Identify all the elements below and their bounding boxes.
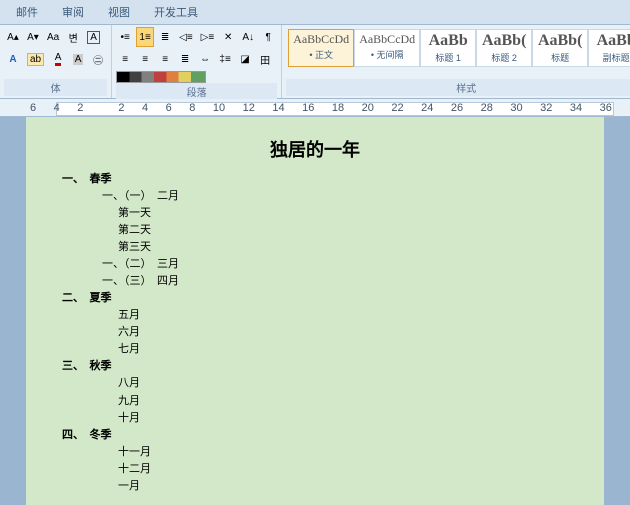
ruler-tick: 4 [54, 102, 60, 114]
align-center-button[interactable]: ≡ [136, 49, 154, 69]
ribbon: A▴ A▾ Aa 변 A A ab A A ㊁ 体 •≡ 1≡ ≣ ◁≡ ▷≡ [0, 25, 630, 99]
ltr-button[interactable]: ✕ [219, 27, 237, 47]
align-right-button[interactable]: ≡ [156, 49, 174, 69]
ruler-tick: 20 [362, 102, 374, 114]
ruler-tick: 8 [189, 102, 195, 114]
document-title: 独居的一年 [62, 137, 568, 171]
ruler-tick: 22 [391, 102, 403, 114]
doc-line: 一、（三） 四月 [62, 273, 568, 290]
doc-line: 一月 [62, 478, 568, 495]
sort-button[interactable]: A↓ [239, 27, 257, 47]
doc-line: 十一月 [62, 444, 568, 461]
style-item-1[interactable]: AaBbCcDd• 无间隔 [354, 29, 420, 67]
multilevel-list-button[interactable]: ≣ [156, 27, 174, 47]
ruler-tick: 16 [302, 102, 314, 114]
doc-line: 一、 春季 [62, 171, 568, 188]
ruler-tick: 34 [570, 102, 582, 114]
char-shading-button[interactable]: A [69, 49, 87, 69]
doc-line: 九月 [62, 393, 568, 410]
doc-line: 第二天 [62, 222, 568, 239]
doc-line: 第一天 [62, 205, 568, 222]
style-item-4[interactable]: AaBb(标题 [532, 29, 588, 67]
ruler-tick: 6 [30, 102, 36, 114]
ruler-tick: 6 [166, 102, 172, 114]
doc-line: 十月 [62, 410, 568, 427]
increase-indent-button[interactable]: ▷≡ [198, 27, 218, 47]
shrink-font-button[interactable]: A▾ [24, 27, 42, 47]
doc-line: 一、（二） 三月 [62, 256, 568, 273]
font-group: A▴ A▾ Aa 변 A A ab A A ㊁ 体 [0, 25, 112, 98]
shading-button[interactable]: ◪ [236, 49, 254, 69]
styles-gallery[interactable]: AaBbCcDd• 正文AaBbCcDd• 无间隔AaBb标题 1AaBb(标题… [286, 27, 630, 69]
ruler-tick: 18 [332, 102, 344, 114]
ruler-tick: 10 [213, 102, 225, 114]
change-case-button[interactable]: Aa [44, 27, 62, 47]
document-body: 一、 春季一、（一） 二月第一天第二天第三天一、（二） 三月一、（三） 四月二、… [62, 171, 568, 495]
style-item-2[interactable]: AaBb标题 1 [420, 29, 476, 67]
doc-line: 五月 [62, 307, 568, 324]
ruler-tick: 36 [600, 102, 612, 114]
paragraph-group-label: 段落 [116, 83, 277, 100]
style-item-5[interactable]: AaBb副标题 [588, 29, 630, 67]
justify-button[interactable]: ≣ [176, 49, 194, 69]
color-swatches[interactable] [116, 71, 206, 83]
decrease-indent-button[interactable]: ◁≡ [176, 27, 196, 47]
ruler-tick: 2 [118, 102, 124, 114]
doc-line: 二、 夏季 [62, 290, 568, 307]
doc-line: 八月 [62, 375, 568, 392]
phonetic-guide-button[interactable]: 변 [64, 27, 82, 47]
doc-line: 第三天 [62, 239, 568, 256]
document-area[interactable]: 独居的一年 一、 春季一、（一） 二月第一天第二天第三天一、（二） 三月一、（三… [0, 117, 630, 505]
numbering-button[interactable]: 1≡ [136, 27, 154, 47]
ruler-tick: 32 [540, 102, 552, 114]
paragraph-group: •≡ 1≡ ≣ ◁≡ ▷≡ ✕ A↓ ¶ ≡ ≡ ≡ ≣ ⇔ ‡≡ ◪ 田 段落 [112, 25, 282, 98]
menu-review[interactable]: 审阅 [62, 2, 84, 22]
enclose-char-button[interactable]: ㊁ [89, 49, 107, 69]
menu-bar: 邮件 审阅 视图 开发工具 [0, 0, 630, 25]
distributed-button[interactable]: ⇔ [196, 49, 214, 69]
highlight-button[interactable]: ab [24, 49, 47, 69]
doc-line: 四、 冬季 [62, 427, 568, 444]
styles-group-label: 样式 [286, 79, 630, 96]
ruler-tick: 26 [451, 102, 463, 114]
doc-line: 六月 [62, 324, 568, 341]
doc-line: 七月 [62, 341, 568, 358]
ruler-tick: 14 [272, 102, 284, 114]
menu-mail[interactable]: 邮件 [16, 2, 38, 22]
ruler-tick: 30 [510, 102, 522, 114]
style-item-0[interactable]: AaBbCcDd• 正文 [288, 29, 354, 67]
menu-view[interactable]: 视图 [108, 2, 130, 22]
menu-dev[interactable]: 开发工具 [154, 2, 198, 22]
line-spacing-button[interactable]: ‡≡ [216, 49, 234, 69]
bullets-button[interactable]: •≡ [116, 27, 134, 47]
ruler-tick: 2 [77, 102, 83, 114]
page: 独居的一年 一、 春季一、（一） 二月第一天第二天第三天一、（二） 三月一、（三… [26, 117, 604, 505]
show-marks-button[interactable]: ¶ [259, 27, 277, 47]
style-item-3[interactable]: AaBb(标题 2 [476, 29, 532, 67]
font-color-button[interactable]: A [49, 49, 67, 69]
doc-line: 一、（一） 二月 [62, 188, 568, 205]
char-border-button[interactable]: A [84, 27, 103, 47]
horizontal-ruler[interactable]: 6422468101214161820222426283032343638404… [0, 99, 630, 117]
ruler-tick: 4 [142, 102, 148, 114]
text-effects-button[interactable]: A [4, 49, 22, 69]
borders-button[interactable]: 田 [256, 49, 274, 69]
doc-line: 十二月 [62, 461, 568, 478]
ruler-tick: 28 [481, 102, 493, 114]
ruler-tick: 24 [421, 102, 433, 114]
doc-line: 三、 秋季 [62, 358, 568, 375]
align-left-button[interactable]: ≡ [116, 49, 134, 69]
grow-font-button[interactable]: A▴ [4, 27, 22, 47]
styles-group: AaBbCcDd• 正文AaBbCcDd• 无间隔AaBb标题 1AaBb(标题… [282, 25, 630, 98]
font-group-label: 体 [4, 79, 107, 96]
ruler-tick: 12 [243, 102, 255, 114]
